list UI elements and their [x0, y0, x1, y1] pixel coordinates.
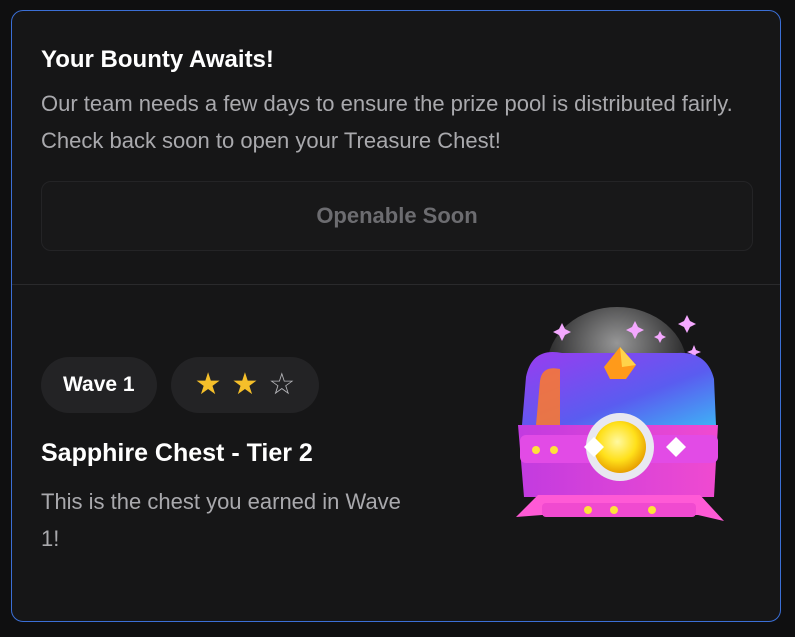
- bounty-card: Your Bounty Awaits! Our team needs a few…: [11, 10, 781, 622]
- bounty-title: Your Bounty Awaits!: [41, 46, 274, 73]
- chest-badges: Wave 1 ★ ★ ☆: [41, 357, 441, 413]
- bounty-section: Your Bounty Awaits! Our team needs a few…: [12, 11, 780, 285]
- star-outline-icon: ☆: [268, 368, 296, 401]
- star-filled-icon: ★: [194, 368, 222, 401]
- star-filled-icon: ★: [231, 368, 259, 401]
- chest-section: Wave 1 ★ ★ ☆ Sapphire Chest - Tier 2 Thi…: [12, 285, 780, 621]
- chest-description: This is the chest you earned in Wave 1!: [41, 489, 401, 551]
- bounty-description: Our team needs a few days to ensure the …: [41, 91, 733, 153]
- wave-badge: Wave 1: [41, 357, 157, 413]
- treasure-chest-image: [516, 307, 724, 521]
- openable-soon-button[interactable]: Openable Soon: [41, 181, 753, 251]
- chest-name: Sapphire Chest - Tier 2: [41, 439, 313, 467]
- chest-info: Wave 1 ★ ★ ☆ Sapphire Chest - Tier 2 Thi…: [41, 357, 441, 557]
- tier-rating: ★ ★ ☆: [170, 357, 320, 413]
